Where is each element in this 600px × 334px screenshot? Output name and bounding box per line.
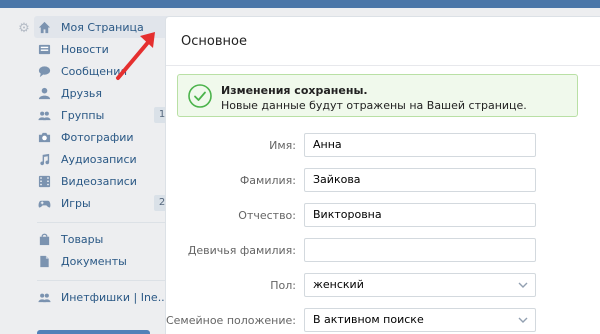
sidebar-item-photos[interactable]: Фотографии: [34, 126, 170, 148]
sidebar-item-messages[interactable]: Сообщения: [34, 60, 170, 82]
settings-panel: Основное Изменения сохранены. Новые данн…: [165, 16, 600, 334]
last-name-label: Фамилия:: [239, 174, 296, 187]
news-icon: [37, 42, 51, 56]
sidebar-item-friends[interactable]: Друзья: [34, 82, 170, 104]
page-title: Основное: [181, 33, 247, 49]
sidebar-item-groups[interactable]: Группы 1: [34, 104, 170, 126]
chevron-down-icon: [518, 282, 528, 288]
sidebar-item-label: Новости: [61, 42, 109, 56]
top-header-bar: [0, 0, 600, 8]
relationship-select-value: В активном поиске: [313, 313, 424, 326]
panel-header: Основное: [166, 17, 600, 66]
first-name-label: Имя:: [269, 139, 296, 152]
sidebar-divider: [37, 280, 167, 281]
gear-icon[interactable]: ⚙: [17, 22, 31, 36]
gamepad-icon: [37, 196, 51, 210]
sidebar-item-label: Друзья: [61, 86, 103, 100]
sidebar-item-video[interactable]: Видеозаписи: [34, 170, 170, 192]
sidebar-item-label: Моя Страница: [61, 20, 144, 34]
sidebar-item-label: Товары: [61, 232, 104, 246]
gender-label: Пол:: [270, 279, 296, 292]
patronymic-label: Отчество:: [238, 209, 296, 222]
sidebar-item-community[interactable]: Инетфишки | Ine..: [34, 286, 170, 308]
sidebar-item-audio[interactable]: Аудиозаписи: [34, 148, 170, 170]
music-icon: [37, 152, 51, 166]
success-notice: Изменения сохранены. Новые данные будут …: [177, 74, 578, 117]
notice-title: Изменения сохранены.: [221, 84, 368, 97]
home-icon: [37, 20, 51, 34]
sidebar-item-label: Аудиозаписи: [61, 152, 137, 166]
sidebar-item-label: Сообщения: [61, 64, 128, 78]
sidebar-item-label: Фотографии: [61, 130, 134, 144]
sidebar-divider: [37, 222, 167, 223]
groups-icon: [37, 108, 51, 122]
sidebar-item-my-page[interactable]: Моя Страница: [34, 16, 170, 38]
relationship-select[interactable]: В активном поиске: [304, 308, 536, 332]
sidebar-item-news[interactable]: Новости: [34, 38, 170, 60]
relationship-label: Семейное положение:: [165, 314, 296, 327]
camera-icon: [37, 130, 51, 144]
maiden-name-field[interactable]: [304, 238, 536, 262]
messages-icon: [37, 64, 51, 78]
sidebar-item-label: Игры: [61, 196, 91, 210]
sidebar-item-documents[interactable]: Документы: [34, 250, 170, 272]
sidebar-item-label: Группы: [61, 108, 105, 122]
sidebar-bottom-button[interactable]: [37, 330, 150, 334]
sidebar-item-label: Видеозаписи: [61, 174, 137, 188]
gender-select[interactable]: женский: [304, 273, 536, 297]
patronymic-field[interactable]: Викторовна: [304, 203, 536, 227]
document-icon: [37, 254, 51, 268]
gender-select-value: женский: [313, 278, 364, 291]
notice-text: Новые данные будут отражены на Вашей стр…: [221, 99, 527, 112]
sidebar-item-label: Инетфишки | Ine..: [61, 290, 165, 304]
shopping-bag-icon: [37, 232, 51, 246]
friends-icon: [37, 86, 51, 100]
last-name-field[interactable]: Зайкова: [304, 168, 536, 192]
sidebar-item-label: Документы: [61, 254, 127, 268]
video-icon: [37, 174, 51, 188]
chevron-down-icon: [518, 317, 528, 323]
maiden-name-label: Девичья фамилия:: [187, 244, 296, 257]
first-name-field[interactable]: Анна: [304, 133, 536, 157]
checkmark-circle-icon: [188, 84, 212, 108]
sidebar-item-games[interactable]: Игры 2: [34, 192, 170, 214]
community-icon: [37, 290, 51, 304]
sidebar-item-goods[interactable]: Товары: [34, 228, 170, 250]
